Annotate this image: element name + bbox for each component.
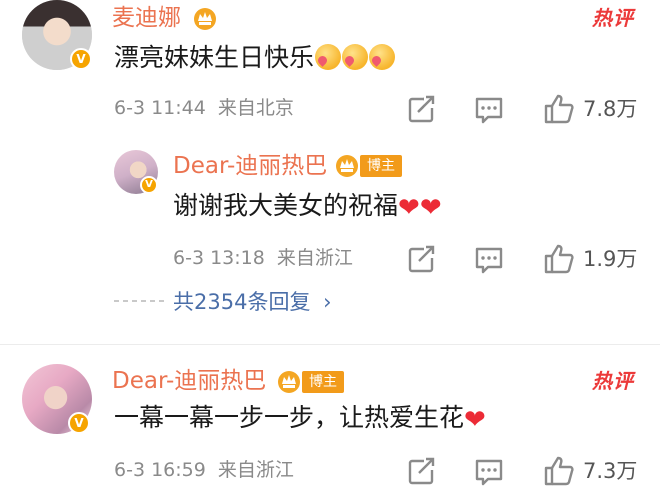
comment-time: 6-3 16:59	[114, 459, 206, 481]
crown-badge-icon	[194, 8, 216, 30]
thumbs-up-icon[interactable]	[542, 242, 576, 276]
comment-icon[interactable]	[472, 92, 506, 126]
share-icon[interactable]	[404, 242, 438, 276]
share-icon[interactable]	[404, 454, 438, 488]
hot-comment-tag: 热评	[592, 369, 634, 393]
comment-meta: 6-3 16:59 来自浙江	[114, 458, 294, 482]
blogger-tag: 博主	[360, 155, 402, 177]
blush-heart-emoji	[342, 44, 369, 70]
verified-badge-icon: V	[68, 412, 90, 434]
comment-username[interactable]: 麦迪娜	[112, 4, 181, 32]
comment-text: 一幕一幕一步一步，让热爱生花❤	[114, 402, 486, 434]
comment-location: 来自北京	[217, 97, 294, 119]
comment-time: 6-3 11:44	[114, 97, 206, 119]
reply-text-content: 谢谢我大美女的祝福	[173, 191, 399, 220]
reply-location: 来自浙江	[276, 247, 353, 269]
hot-comment-tag: 热评	[592, 6, 634, 30]
verified-badge-icon: V	[140, 176, 158, 194]
verified-badge-icon: V	[70, 48, 92, 70]
replies-divider	[114, 300, 166, 302]
comment-text-content: 一幕一幕一步一步，让热爱生花	[114, 403, 465, 432]
blush-heart-emoji	[315, 44, 342, 70]
thumbs-up-icon[interactable]	[542, 454, 576, 488]
red-heart-emoji: ❤	[419, 193, 442, 223]
reply-text: 谢谢我大美女的祝福❤❤	[173, 190, 442, 222]
comment-text-content: 漂亮妹妹生日快乐	[114, 43, 315, 72]
reply-username[interactable]: Dear-迪丽热巴	[173, 152, 327, 180]
reply-meta: 6-3 13:18 来自浙江	[173, 246, 353, 270]
red-heart-emoji: ❤	[398, 193, 420, 223]
share-icon[interactable]	[404, 92, 438, 126]
blogger-tag: 博主	[302, 371, 344, 393]
comment-icon[interactable]	[472, 242, 506, 276]
comment-text: 漂亮妹妹生日快乐	[114, 42, 396, 74]
red-heart-emoji: ❤	[464, 405, 486, 435]
reply-time: 6-3 13:18	[173, 247, 265, 269]
blush-heart-emoji	[369, 44, 396, 70]
crown-badge-icon	[336, 155, 358, 177]
comment-meta: 6-3 11:44 来自北京	[114, 96, 294, 120]
thumbs-up-icon[interactable]	[542, 92, 576, 126]
like-count: 7.8万	[583, 97, 638, 121]
like-count: 7.3万	[583, 459, 638, 483]
comment-divider	[0, 344, 660, 345]
comment-username[interactable]: Dear-迪丽热巴	[112, 367, 266, 395]
more-replies-label: 共2354条回复	[173, 290, 311, 314]
crown-badge-icon	[278, 371, 300, 393]
chevron-right-icon: ›	[323, 290, 332, 314]
like-count: 1.9万	[583, 247, 638, 271]
comment-icon[interactable]	[472, 454, 506, 488]
comment-location: 来自浙江	[217, 459, 294, 481]
more-replies-link[interactable]: 共2354条回复 ›	[173, 289, 332, 315]
